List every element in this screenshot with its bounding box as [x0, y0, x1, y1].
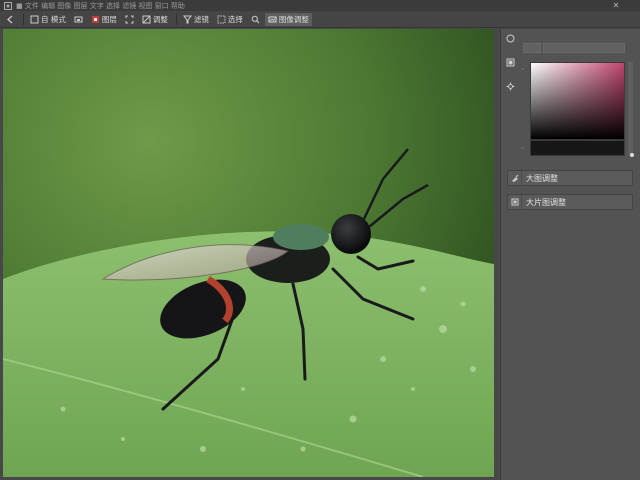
color-picker-dark-strip[interactable]: [530, 140, 625, 156]
adjust-icon: [142, 15, 151, 24]
picker-bottom-marker-icon: ◦: [521, 145, 525, 152]
close-window-button[interactable]: ✕: [610, 0, 622, 11]
select-label: 选择: [227, 14, 243, 24]
image-adjust-label: 图像调整: [278, 14, 309, 24]
photo-insect-on-leaf: [3, 29, 494, 477]
color-icon[interactable]: [505, 57, 515, 67]
layers-menu-label: 图层: [101, 14, 117, 24]
layer-stack-icon: [508, 195, 522, 209]
filter-label: 滤镜: [193, 14, 209, 24]
auto-mode-label: 自 模式: [41, 14, 66, 24]
layer-icon: [74, 15, 83, 24]
photo-editor-window: ■ 文件 编辑 图像 图层 文字 选择 滤镜 视图 窗口 帮助 ✕ 自 模式 图…: [0, 0, 640, 480]
red-layer-icon: [91, 15, 100, 24]
select-icon: [217, 15, 226, 24]
adjustment-row-2-label: 大片图调整: [526, 197, 566, 207]
settings-icon[interactable]: [505, 81, 515, 91]
color-picker-square[interactable]: [530, 62, 625, 140]
auto-mode-icon: [30, 15, 39, 24]
app-logo-icon: [3, 1, 12, 10]
select-button[interactable]: 选择: [214, 13, 246, 26]
image-adjust-button[interactable]: 图像调整: [264, 12, 312, 26]
frame-button[interactable]: [122, 13, 137, 26]
picker-top-marker-icon: ◦: [521, 66, 525, 73]
brush-icon: [508, 171, 522, 185]
layer-button[interactable]: [71, 13, 86, 26]
back-button[interactable]: [3, 13, 18, 26]
adjustment-panel: ◦ ◦ 大图调整 大片图调整: [500, 29, 640, 480]
adjust-label: 调整: [152, 14, 168, 24]
color-value-field[interactable]: [543, 43, 625, 53]
zoom-icon: [251, 15, 260, 24]
back-arrow-icon: [6, 15, 15, 24]
main-toolbar: 自 模式 图层 调整 滤镜 选择 图像调整: [0, 11, 640, 28]
zoom-button[interactable]: [248, 13, 263, 26]
histogram-icon[interactable]: [505, 33, 515, 43]
frame-icon: [125, 15, 134, 24]
panel-side-toolbar: [505, 33, 515, 91]
image-adjust-icon: [268, 15, 277, 24]
layers-menu-button[interactable]: 图层: [88, 13, 120, 26]
auto-mode-button[interactable]: 自 模式: [27, 13, 69, 26]
toolbar-divider: [175, 13, 177, 25]
adjust-button[interactable]: 调整: [139, 13, 171, 26]
adjustment-row-1-label: 大图调整: [526, 173, 558, 183]
filter-icon: [182, 15, 192, 24]
adjustment-row-2[interactable]: 大片图调整: [507, 194, 633, 210]
adjustment-row-1[interactable]: 大图调整: [507, 170, 633, 186]
color-mode-swatch[interactable]: [523, 43, 541, 53]
hue-slider[interactable]: [628, 62, 633, 156]
toolbar-divider: [23, 13, 24, 25]
title-bar: ■ 文件 编辑 图像 图层 文字 选择 滤镜 视图 窗口 帮助 ✕: [0, 0, 640, 11]
color-header-fields: [523, 43, 625, 53]
window-title: ■ 文件 编辑 图像 图层 文字 选择 滤镜 视图 窗口 帮助: [16, 1, 185, 10]
hue-slider-handle[interactable]: [630, 153, 634, 157]
filter-button[interactable]: 滤镜: [180, 13, 212, 26]
image-canvas[interactable]: [3, 29, 494, 477]
